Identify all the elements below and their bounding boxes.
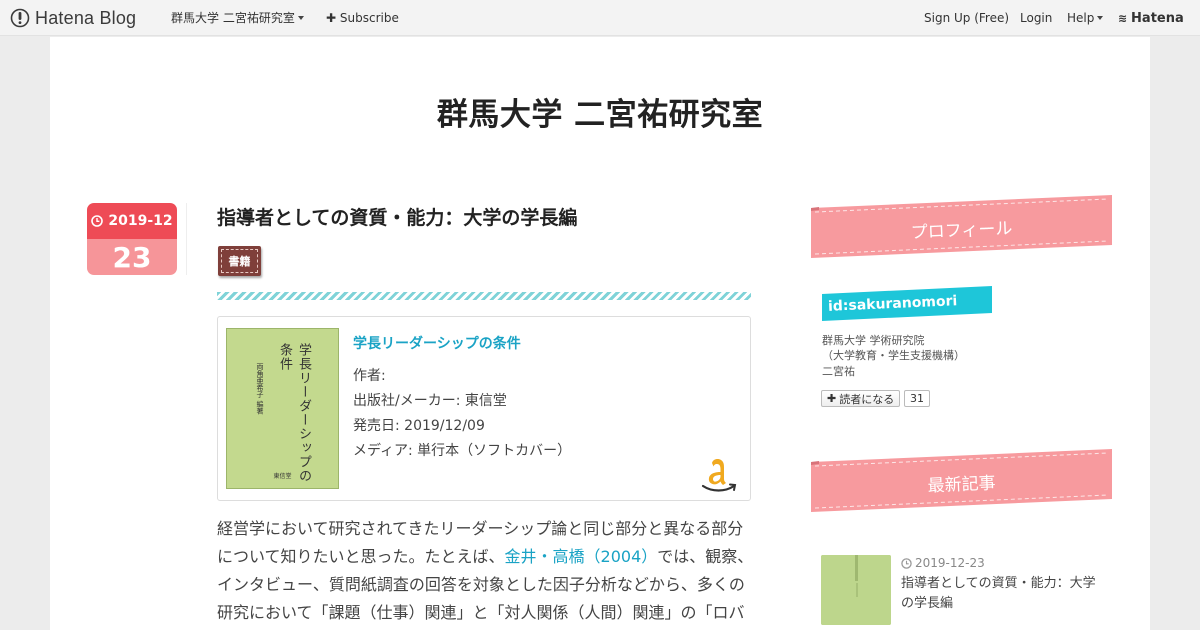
book-release-date: 発売日: 2019/12/09 bbox=[353, 418, 485, 434]
book-media: メディア: 単行本（ソフトカバー） bbox=[353, 443, 572, 459]
plus-icon: ✚ bbox=[326, 11, 337, 25]
category-label: 書籍 bbox=[221, 249, 258, 273]
clock-icon bbox=[91, 215, 104, 227]
book-cover-image[interactable]: 学長リーダーシップの条件 両角亜希子 編著 東信堂 bbox=[226, 328, 339, 489]
hatena-blog-logo-text: Hatena Blog bbox=[35, 7, 137, 28]
subscriber-count: 31 bbox=[904, 390, 930, 407]
amazon-book-card: 学長リーダーシップの条件 両角亜希子 編著 東信堂 学長リーダーシップの条件 作… bbox=[217, 316, 751, 501]
hatena-logo[interactable]: ≋ Hatena bbox=[1118, 10, 1184, 27]
profile-department: （大学教育・学生支援機構） bbox=[822, 349, 965, 362]
hatena-blog-logo[interactable]: Hatena Blog bbox=[10, 7, 136, 29]
subscribe-label: Subscribe bbox=[339, 11, 399, 25]
profile-affiliation: 群馬大学 学術研究院 bbox=[822, 334, 925, 347]
entry-date-badge[interactable]: 2019-12 23 bbox=[87, 203, 177, 275]
hatena-blog-logo-icon bbox=[10, 8, 30, 28]
body-text-segment: について知りたいと思った。たとえば、 bbox=[217, 547, 505, 566]
subscribe-link[interactable]: ✚ Subscribe bbox=[326, 10, 399, 26]
body-line: 経営学において研究されてきたリーダーシップ論と同じ部分と異なる部分 bbox=[217, 519, 744, 538]
book-author: 作者: bbox=[353, 368, 386, 384]
hatena-wave-icon: ≋ bbox=[1118, 12, 1128, 25]
date-day: 23 bbox=[87, 239, 177, 275]
book-publisher: 出版社/メーカー: 東信堂 bbox=[353, 393, 507, 409]
help-label: Help bbox=[1067, 11, 1095, 25]
recent-entry-thumbnail[interactable] bbox=[821, 555, 891, 625]
amazon-icon[interactable] bbox=[700, 457, 738, 493]
divider bbox=[186, 203, 187, 275]
body-line: インタビュー、質問紙調査の回答を対象とした因子分析などから、多くの bbox=[217, 575, 745, 594]
clock-icon bbox=[901, 557, 912, 569]
entry-title[interactable]: 指導者としての資質・能力：大学の学長編 bbox=[217, 203, 577, 230]
cover-author: 両角亜希子 編著 bbox=[256, 363, 264, 415]
entry-header-divider bbox=[217, 292, 751, 300]
body-text-segment: では、観察、 bbox=[657, 547, 754, 566]
subscribe-button[interactable]: ✚ 読者になる bbox=[821, 390, 901, 407]
book-title-link[interactable]: 学長リーダーシップの条件 bbox=[353, 333, 521, 353]
recent-entry-date: 2019-12-23 bbox=[901, 556, 985, 570]
chevron-down-icon bbox=[297, 16, 304, 20]
thumbnail-image bbox=[821, 555, 891, 625]
blog-menu-label: 群馬大学 二宮祐研究室 bbox=[171, 11, 295, 25]
reference-link[interactable]: 金井・高橋（2004） bbox=[505, 547, 658, 566]
profile-name: 二宮祐 bbox=[822, 365, 855, 378]
recent-entry-date-text: 2019-12-23 bbox=[915, 556, 985, 570]
global-header: Hatena Blog 群馬大学 二宮祐研究室 ✚ Subscribe Sign… bbox=[0, 0, 1200, 36]
help-dropdown[interactable]: Help bbox=[1067, 10, 1104, 26]
recent-entry-title[interactable]: 指導者としての資質・能力：大学の学長編 bbox=[901, 574, 1106, 614]
blog-title[interactable]: 群馬大学 二宮祐研究室 bbox=[50, 89, 1150, 134]
login-link[interactable]: Login bbox=[1020, 10, 1052, 26]
blog-menu-dropdown[interactable]: 群馬大学 二宮祐研究室 bbox=[171, 10, 304, 26]
entry-body: 経営学において研究されてきたリーダーシップ論と同じ部分と異なる部分 について知り… bbox=[217, 515, 757, 627]
date-month: 2019-12 bbox=[108, 213, 173, 229]
signup-link[interactable]: Sign Up (Free) bbox=[924, 10, 1009, 26]
chevron-down-icon bbox=[1097, 16, 1104, 20]
cover-publisher: 東信堂 bbox=[273, 473, 292, 480]
date-month-row: 2019-12 bbox=[87, 203, 177, 239]
cover-title: 学長リーダーシップの条件 bbox=[277, 343, 311, 483]
category-tag[interactable]: 書籍 bbox=[218, 246, 261, 276]
plus-icon: ✚ bbox=[827, 392, 837, 405]
hatena-logo-text: Hatena bbox=[1131, 11, 1184, 26]
subscribe-button-label: 読者になる bbox=[839, 392, 895, 406]
body-line: について知りたいと思った。たとえば、金井・高橋（2004）では、観察、 bbox=[217, 543, 757, 571]
body-line: 研究において「課題（仕事）関連」と「対人関係（人間）関連」の「ロバ bbox=[217, 603, 745, 622]
